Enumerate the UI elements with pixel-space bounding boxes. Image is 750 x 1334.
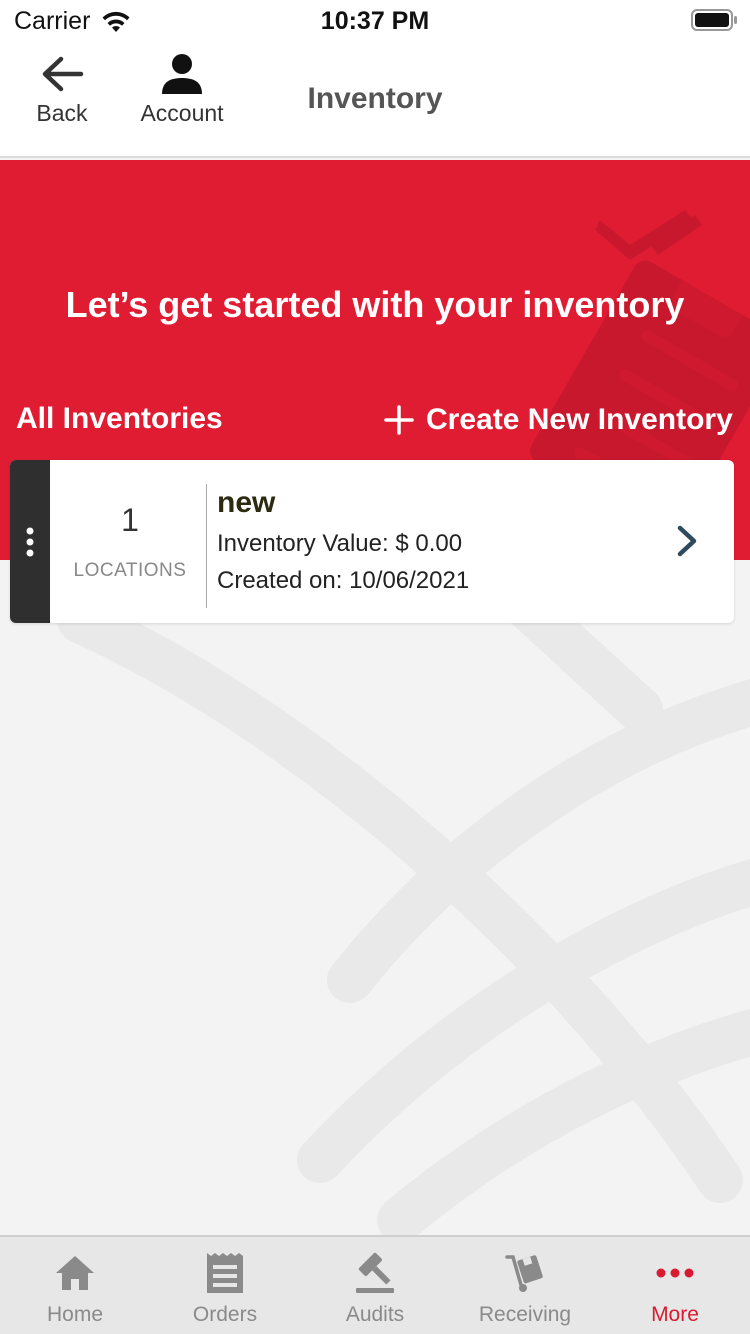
plus-icon [384, 405, 414, 435]
tab-audits-label: Audits [345, 1303, 405, 1326]
inventory-created-date: Created on: 10/06/2021 [217, 567, 470, 594]
tab-more[interactable]: More [600, 1237, 750, 1334]
page-title: Inventory [307, 82, 443, 115]
tab-orders[interactable]: Orders [150, 1237, 300, 1334]
receipt-icon [207, 1253, 243, 1293]
battery-icon [691, 9, 737, 31]
locations-label: LOCATIONS [73, 560, 187, 581]
inventory-card[interactable]: 1 LOCATIONS new Inventory Value: $ 0.00 … [10, 460, 734, 623]
tab-orders-label: Orders [192, 1303, 258, 1326]
location-count: 1 [121, 502, 139, 538]
status-bar: Carrier 10:37 PM [0, 0, 750, 42]
tab-receiving-label: Receiving [478, 1303, 572, 1326]
tab-home[interactable]: Home [0, 1237, 150, 1334]
hand-truck-icon [505, 1255, 543, 1292]
card-options-handle[interactable] [10, 460, 50, 623]
create-new-inventory-button[interactable]: Create New Inventory [384, 400, 733, 440]
clock: 10:37 PM [320, 7, 430, 35]
tab-audits[interactable]: Audits [300, 1237, 450, 1334]
chevron-right-icon[interactable] [674, 524, 700, 558]
home-icon [56, 1256, 94, 1290]
tab-receiving[interactable]: Receiving [450, 1237, 600, 1334]
all-inventories-label: All Inventories [16, 402, 223, 435]
tab-home-label: Home [46, 1303, 104, 1326]
inventory-name: new [217, 486, 276, 519]
tab-bar: Home Orders Audits Receiving More [0, 1235, 750, 1334]
inventory-value: Inventory Value: $ 0.00 [217, 530, 463, 557]
vertical-dots-icon [26, 527, 34, 557]
card-divider [206, 484, 207, 608]
nav-bar: Back Account Inventory [0, 42, 750, 158]
hero-headline: Let’s get started with your inventory [65, 284, 685, 325]
create-new-inventory-label: Create New Inventory [426, 403, 733, 436]
gavel-icon [356, 1252, 394, 1293]
tab-more-label: More [651, 1303, 699, 1326]
background-watermark [57, 577, 750, 1235]
more-dots-icon [656, 1268, 694, 1278]
